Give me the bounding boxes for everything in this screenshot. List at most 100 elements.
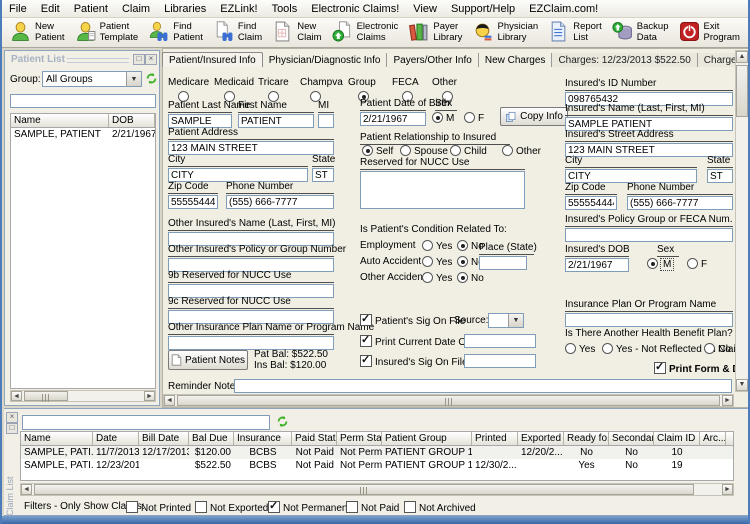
patient-column-name[interactable]: Name — [11, 114, 109, 127]
filter-not-exported[interactable]: Not Exported — [195, 501, 268, 515]
claim-row[interactable]: SAMPLE, PATI... 11/7/2013 12/17/2013 $120.0… — [21, 446, 733, 459]
claim-column-claim-id[interactable]: Claim ID — [654, 432, 700, 445]
scroll-thumb[interactable] — [177, 395, 720, 406]
form-hscrollbar[interactable]: ◄ ► — [163, 394, 734, 407]
filter-not-printed[interactable]: Not Printed — [126, 501, 191, 515]
insured-city-input[interactable] — [565, 169, 697, 183]
phone-input[interactable] — [226, 195, 334, 209]
first-name-input[interactable] — [238, 114, 314, 128]
claim-list-hscrollbar[interactable]: ◄ ► — [20, 483, 734, 496]
claim-column-perm-sta[interactable]: Perm Sta... — [337, 432, 382, 445]
state-input[interactable] — [312, 168, 334, 182]
other-plan-input[interactable] — [168, 336, 334, 350]
mi-input[interactable] — [318, 114, 334, 128]
filter-not-archived[interactable]: Not Archived — [404, 501, 476, 515]
chevron-down-icon[interactable]: ▼ — [508, 314, 523, 327]
scroll-left-icon[interactable]: ◄ — [11, 391, 22, 401]
refresh-claims-icon[interactable] — [276, 415, 289, 431]
report-list-button[interactable]: Report List — [548, 21, 602, 45]
another-plan-option-radio[interactable]: No — [704, 343, 731, 356]
another-plan-option-radio[interactable]: Yes — [565, 343, 595, 356]
insured-zip-input[interactable] — [565, 196, 617, 210]
claim-column-arc[interactable]: Arc... — [700, 432, 726, 445]
insured-sig-checkbox-row[interactable]: Insured's Sig On File — [360, 353, 468, 369]
insured-sig-input[interactable] — [464, 354, 536, 368]
insured-dob-input[interactable] — [565, 258, 629, 272]
source-select[interactable]: ▼ — [488, 313, 524, 328]
tab-physician-diagnostic-info[interactable]: Physician/Diagnostic Info — [263, 53, 388, 67]
insured-policy-input[interactable] — [565, 228, 733, 242]
scroll-down-icon[interactable]: ▼ — [736, 379, 748, 391]
physician-library-button[interactable]: Physician Library — [472, 21, 538, 45]
insurance-plan-input[interactable] — [565, 313, 733, 327]
menu-item-libraries[interactable]: Libraries — [157, 2, 213, 16]
insured-state-input[interactable] — [707, 169, 733, 183]
auto-yes-radio[interactable]: Yes — [422, 256, 452, 269]
menu-item-ezlink[interactable]: EZLink! — [213, 2, 264, 16]
new-patient-button[interactable]: New Patient — [10, 21, 65, 45]
find-claim-button[interactable]: Find Claim — [213, 20, 262, 45]
insured-sex-male-radio[interactable]: M — [647, 258, 675, 271]
scroll-right-icon[interactable]: ► — [144, 391, 155, 401]
scroll-thumb[interactable] — [34, 484, 694, 495]
menu-item-tools[interactable]: Tools — [265, 2, 305, 16]
payer-library-button[interactable]: Payer Library — [408, 21, 462, 45]
scroll-left-icon[interactable]: ◄ — [21, 484, 32, 495]
menu-item-claim[interactable]: Claim — [115, 2, 157, 16]
menu-item-edit[interactable]: Edit — [34, 2, 67, 16]
patients-sig-checkbox-row[interactable]: Patient's Sig On File — [360, 312, 465, 328]
menu-item-patient[interactable]: Patient — [67, 2, 115, 16]
tab-new-charges[interactable]: New Charges — [479, 53, 553, 67]
sex-female-radio[interactable]: F — [464, 112, 484, 125]
exit-program-button[interactable]: Exit Program — [679, 21, 740, 45]
new-claim-button[interactable]: New Claim — [272, 21, 322, 45]
patient-template-button[interactable]: Patient Template — [75, 21, 138, 45]
claim-column-bal-due[interactable]: Bal Due — [189, 432, 234, 445]
filter-not-paid[interactable]: Not Paid — [346, 501, 399, 515]
reminder-note-input[interactable] — [234, 379, 732, 393]
patient-column-dob[interactable]: DOB — [109, 114, 155, 127]
insured-sex-female-radio[interactable]: F — [687, 258, 707, 271]
claim-column-insurance[interactable]: Insurance — [234, 432, 292, 445]
tab-patient-insured-info[interactable]: Patient/Insured Info — [162, 52, 263, 67]
scroll-thumb[interactable] — [24, 391, 68, 402]
float-claim-panel-icon[interactable]: □ — [6, 423, 18, 434]
filter-not-permanent[interactable]: Not Permanent — [268, 499, 350, 515]
refresh-patients-icon[interactable] — [145, 72, 158, 88]
patient-notes-button[interactable]: Patient Notes — [168, 350, 248, 370]
place-state-input[interactable] — [479, 256, 527, 270]
claim-search-input[interactable] — [22, 415, 270, 430]
chevron-down-icon[interactable]: ▼ — [126, 72, 141, 86]
close-claim-panel-icon[interactable]: × — [6, 412, 18, 423]
patient-address-input[interactable] — [168, 141, 334, 155]
print-date-input[interactable] — [464, 334, 536, 348]
claim-column-patient-group[interactable]: Patient Group — [382, 432, 472, 445]
employment-yes-radio[interactable]: Yes — [422, 240, 452, 253]
patient-last-name-input[interactable] — [168, 114, 232, 128]
tab-payers-other-info[interactable]: Payers/Other Info — [387, 53, 479, 67]
menu-item-view[interactable]: View — [406, 2, 444, 16]
tab-charges-12-23-2013-522-50[interactable]: Charges: 12/23/2013 $522.50 — [552, 53, 698, 67]
relationship-other-radio[interactable]: Other — [502, 145, 541, 158]
form-vscrollbar[interactable]: ▲ ▼ — [735, 50, 748, 392]
print-current-date-checkbox-row[interactable]: Print Current Date Or — [360, 333, 469, 349]
menu-item-ezclaim-com[interactable]: EZClaim.com! — [522, 2, 605, 16]
scroll-up-icon[interactable]: ▲ — [736, 51, 748, 63]
city-input[interactable] — [168, 168, 308, 182]
electronic-claims-button[interactable]: Electronic Claims — [332, 20, 398, 45]
scroll-thumb[interactable] — [736, 65, 748, 117]
claim-row[interactable]: SAMPLE, PATI...12/23/2013 $522.50 BCBS Not … — [21, 459, 733, 472]
menu-item-file[interactable]: File — [2, 2, 34, 16]
menu-item-electronic-claims[interactable]: Electronic Claims! — [304, 2, 406, 16]
scroll-right-icon[interactable]: ► — [722, 395, 733, 406]
patient-dob-input[interactable] — [360, 112, 426, 126]
claim-column-exported[interactable]: Exported — [518, 432, 564, 445]
reserved-nucc-textarea[interactable] — [360, 171, 525, 209]
close-panel-icon[interactable]: × — [145, 54, 157, 65]
claim-column-printed[interactable]: Printed — [472, 432, 518, 445]
backup-data-button[interactable]: Backup Data — [612, 21, 668, 45]
group-select[interactable]: All Groups ▼ — [42, 71, 142, 87]
claim-column-name[interactable]: Name — [21, 432, 93, 445]
scroll-right-icon[interactable]: ► — [722, 484, 733, 495]
other-acc-no-radio[interactable]: No — [457, 272, 484, 285]
